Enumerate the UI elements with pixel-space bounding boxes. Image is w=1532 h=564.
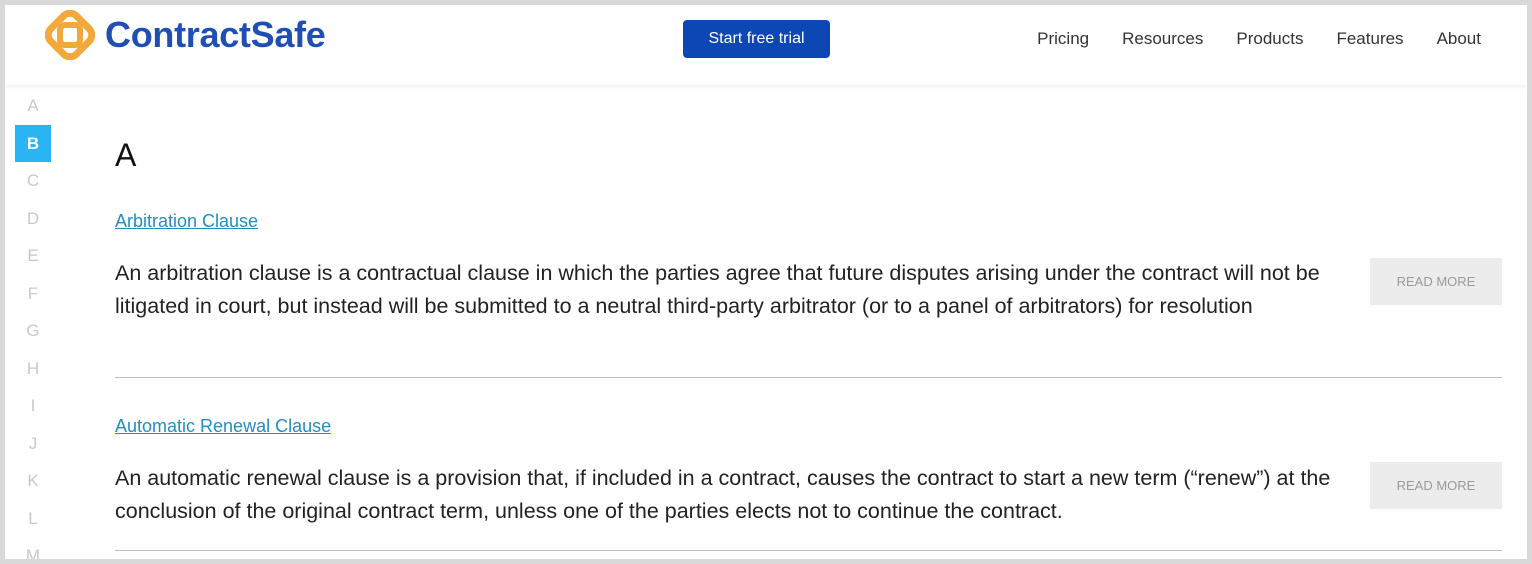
alphabet-letter-b[interactable]: B: [15, 124, 51, 162]
entry-divider: [115, 550, 1502, 551]
alphabet-letter-l[interactable]: L: [15, 500, 51, 538]
alphabet-letter-h[interactable]: H: [15, 350, 51, 388]
alphabet-index: A B C D E F G H I J K L M: [15, 87, 51, 559]
main-nav: Pricing Resources Products Features Abou…: [1037, 29, 1481, 49]
glossary-entry: Automatic Renewal Clause An automatic re…: [115, 416, 1502, 551]
page-frame: ContractSafe Start free trial Pricing Re…: [5, 5, 1527, 559]
alphabet-letter-i[interactable]: I: [15, 387, 51, 425]
contractsafe-logo-icon: [45, 10, 95, 60]
entry-title-link[interactable]: Arbitration Clause: [115, 211, 258, 232]
nav-features[interactable]: Features: [1336, 29, 1403, 49]
alphabet-letter-m[interactable]: M: [15, 537, 51, 559]
nav-products[interactable]: Products: [1236, 29, 1303, 49]
brand-logo[interactable]: ContractSafe: [45, 10, 326, 60]
nav-resources[interactable]: Resources: [1122, 29, 1203, 49]
alphabet-letter-j[interactable]: J: [15, 425, 51, 463]
nav-pricing[interactable]: Pricing: [1037, 29, 1089, 49]
nav-about[interactable]: About: [1437, 29, 1481, 49]
alphabet-letter-d[interactable]: D: [15, 200, 51, 238]
start-free-trial-button[interactable]: Start free trial: [683, 20, 830, 58]
entry-divider: [115, 377, 1502, 378]
section-heading: A: [115, 137, 137, 173]
alphabet-letter-a[interactable]: A: [15, 87, 51, 125]
alphabet-letter-e[interactable]: E: [15, 237, 51, 275]
read-more-button[interactable]: READ MORE: [1370, 462, 1502, 509]
glossary-entry: Arbitration Clause An arbitration clause…: [115, 211, 1502, 378]
site-header: ContractSafe Start free trial Pricing Re…: [5, 5, 1527, 85]
alphabet-letter-k[interactable]: K: [15, 462, 51, 500]
entry-title-link[interactable]: Automatic Renewal Clause: [115, 416, 331, 437]
brand-name: ContractSafe: [105, 14, 326, 55]
alphabet-letter-f[interactable]: F: [15, 275, 51, 313]
entry-description: An automatic renewal clause is a provisi…: [115, 466, 1331, 523]
alphabet-letter-c[interactable]: C: [15, 162, 51, 200]
alphabet-letter-g[interactable]: G: [15, 312, 51, 350]
read-more-button[interactable]: READ MORE: [1370, 258, 1502, 305]
entry-description: An arbitration clause is a contractual c…: [115, 261, 1320, 318]
